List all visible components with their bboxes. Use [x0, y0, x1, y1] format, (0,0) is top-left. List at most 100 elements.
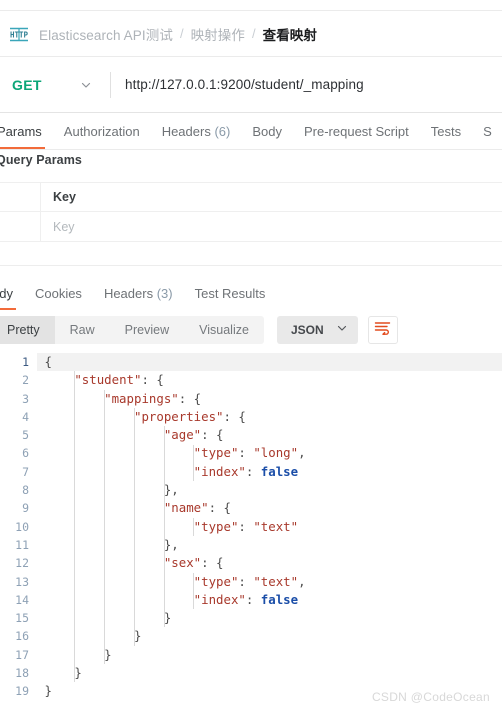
view-mode-raw-label: Raw [69, 323, 95, 337]
code-line: } [37, 609, 502, 627]
line-number: 16 [15, 629, 29, 644]
code-token-punc: : [238, 445, 254, 461]
response-format-value: JSON [290, 323, 324, 337]
tab-settings-label: S [483, 123, 492, 139]
key-input-placeholder[interactable]: Key [53, 220, 75, 234]
line-number: 10 [15, 519, 29, 534]
line-number: 9 [22, 501, 29, 516]
view-mode-raw[interactable]: Raw [55, 316, 110, 344]
code-token-key: "index" [193, 463, 246, 479]
code-token-punc: : { [141, 372, 164, 388]
code-token-key: "type" [193, 518, 239, 534]
response-tab-test-results[interactable]: Test Results [184, 277, 277, 310]
response-tab-body-label: ody [0, 286, 13, 301]
code-line: "type": "text" [37, 518, 502, 536]
line-number: 13 [15, 574, 29, 589]
breadcrumb-separator-1: / [251, 26, 256, 41]
response-view-toolbar: Pretty Raw Preview Visualize JSON [0, 315, 502, 345]
code-token-punc: : { [223, 408, 246, 424]
line-number: 8 [22, 483, 29, 498]
row-key-cell[interactable]: Key [41, 212, 502, 241]
view-mode-preview[interactable]: Preview [110, 316, 184, 344]
code-token-key: "sex" [163, 555, 202, 571]
code-line: "index": false [37, 591, 502, 609]
chevron-down-icon[interactable] [336, 321, 348, 339]
table-row[interactable]: Key [0, 212, 502, 242]
query-params-title: Query Params [0, 153, 82, 167]
breadcrumb-item-0[interactable]: Elasticsearch API测试 [39, 24, 173, 44]
tab-body[interactable]: Body [241, 113, 293, 149]
code-line: "index": false [37, 463, 502, 481]
row-checkbox-cell[interactable] [0, 212, 41, 241]
tab-params[interactable]: Params [0, 113, 53, 149]
tab-tests[interactable]: Tests [420, 113, 472, 149]
code-token-punc: }, [163, 536, 179, 552]
code-token-punc: } [44, 683, 52, 699]
line-number: 14 [15, 592, 29, 607]
http-method-label: GET [12, 76, 42, 93]
line-number: 5 [22, 428, 29, 443]
tab-authorization[interactable]: Authorization [53, 113, 151, 149]
tab-headers[interactable]: Headers (6) [151, 113, 242, 149]
view-mode-pretty[interactable]: Pretty [0, 316, 55, 344]
view-mode-visualize[interactable]: Visualize [184, 316, 264, 344]
code-token-punc: , [298, 573, 306, 589]
response-body-viewer[interactable]: 1 2 3 4 5 6 7 8 9 10 11 12 13 14 15 16 1… [0, 352, 502, 712]
response-tab-headers-count: (3) [156, 286, 173, 301]
response-tab-headers[interactable]: Headers (3) [93, 277, 184, 310]
response-tab-headers-label: Headers [103, 286, 154, 301]
code-line: "age": { [37, 426, 502, 444]
code-line: "type": "text", [37, 573, 502, 591]
breadcrumb-item-1[interactable]: 映射操作 [191, 24, 245, 44]
code-token-str: "long" [253, 445, 299, 461]
code-token-punc: , [298, 445, 306, 461]
tab-authorization-label: Authorization [63, 123, 140, 139]
code-token-punc: { [44, 354, 52, 369]
code-token-key: "age" [163, 427, 202, 443]
line-number-gutter: 1 2 3 4 5 6 7 8 9 10 11 12 13 14 15 16 1… [0, 352, 37, 712]
tab-body-label: Body [252, 123, 282, 139]
column-header-key: Key [53, 190, 76, 204]
code-line: } [37, 627, 502, 645]
line-number: 2 [22, 373, 29, 388]
view-mode-visualize-label: Visualize [199, 323, 249, 337]
code-token-punc: }, [163, 482, 179, 498]
line-number: 19 [15, 684, 29, 699]
code-token-key: "properties" [133, 408, 224, 424]
tab-pre-request-script-label: Pre-request Script [303, 123, 409, 139]
code-token-key: "type" [193, 445, 239, 461]
code-token-key: "index" [193, 591, 246, 607]
request-url-bar: GET http://127.0.0.1:9200/student/_mappi… [0, 57, 502, 113]
tab-settings[interactable]: S [472, 113, 502, 149]
code-token-bool: false [260, 463, 299, 479]
request-tabs: Params Authorization Headers (6) Body Pr… [0, 113, 502, 150]
code-token-punc: : { [178, 390, 202, 406]
response-tab-body[interactable]: ody [0, 277, 24, 310]
code-token-key: "student" [74, 372, 142, 388]
code-line: "type": "long", [37, 444, 502, 462]
code-content[interactable]: { "student": { "mappings": { "properties… [37, 352, 502, 712]
code-token-str: "text" [253, 518, 299, 534]
response-tab-cookies[interactable]: Cookies [24, 277, 93, 310]
code-line: } [37, 664, 502, 682]
line-number: 12 [15, 556, 29, 571]
params-section-divider [0, 265, 502, 266]
line-number: 1 [22, 355, 29, 369]
view-mode-pretty-label: Pretty [7, 323, 40, 337]
http-method-selector[interactable]: GET [0, 77, 110, 93]
table-header-row: Key [0, 182, 502, 212]
word-wrap-button[interactable] [367, 316, 398, 344]
request-url-input[interactable]: http://127.0.0.1:9200/student/_mapping [111, 77, 364, 92]
code-token-punc: } [74, 665, 82, 681]
view-mode-segmented-control: Pretty Raw Preview Visualize [0, 316, 264, 344]
response-tab-test-results-label: Test Results [194, 286, 266, 301]
chevron-down-icon[interactable] [80, 79, 92, 91]
tab-tests-label: Tests [430, 123, 462, 139]
tab-pre-request-script[interactable]: Pre-request Script [293, 113, 420, 149]
code-line: "sex": { [37, 554, 502, 572]
code-token-key: "name" [163, 500, 209, 516]
line-number: 6 [22, 446, 29, 461]
line-number: 7 [22, 464, 29, 479]
response-format-select[interactable]: JSON [276, 316, 358, 344]
code-lines: { "student": { "mappings": { "properties… [37, 353, 502, 701]
